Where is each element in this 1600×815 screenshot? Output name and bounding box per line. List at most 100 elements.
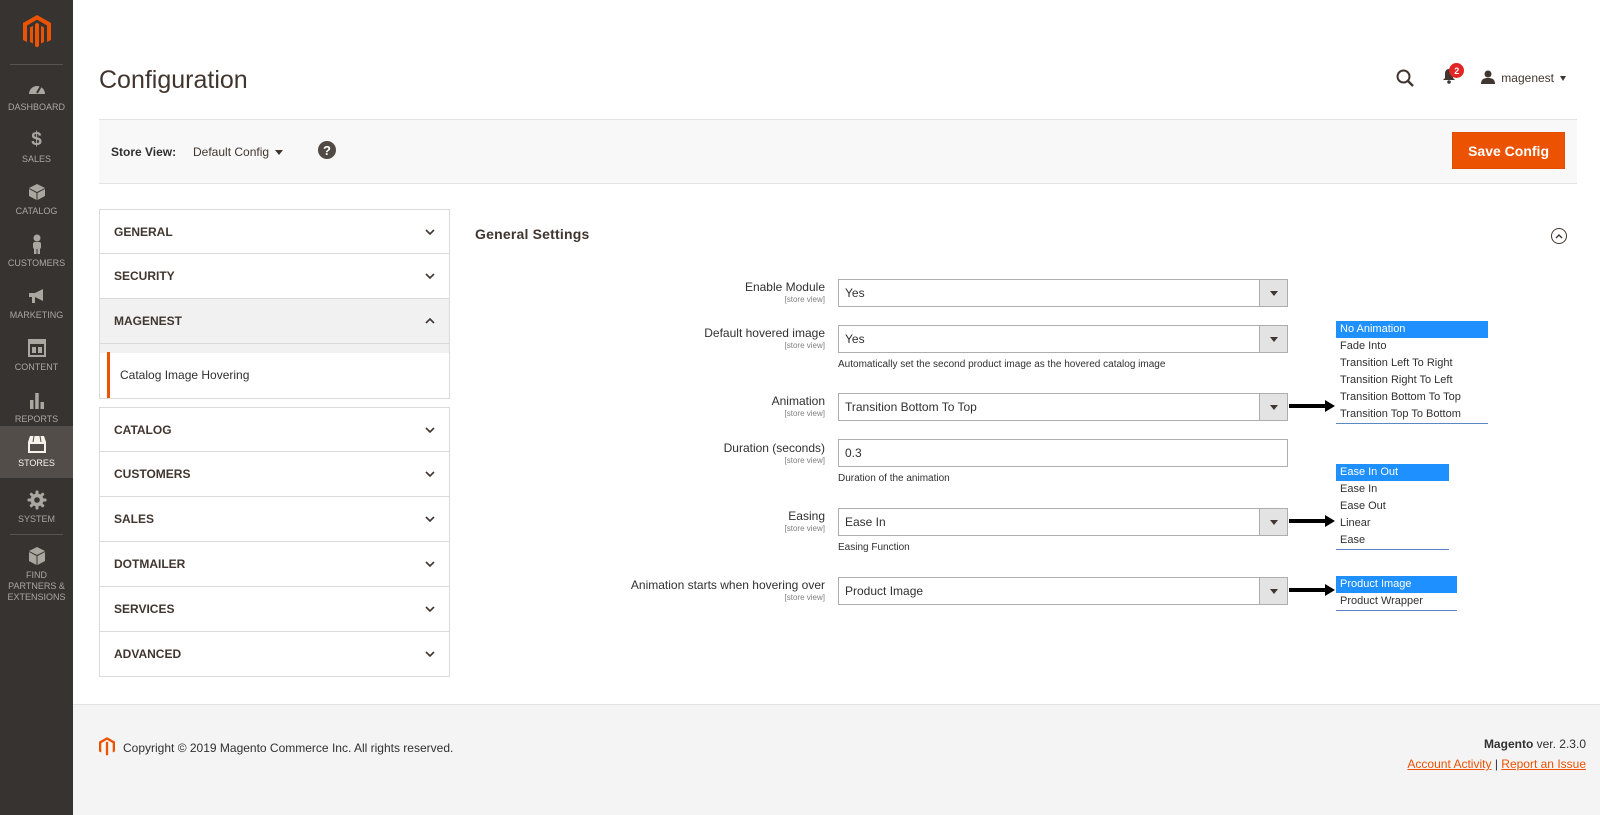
menu-label: Marketing bbox=[9, 310, 64, 320]
select-value: Yes bbox=[845, 332, 865, 346]
hover-target-options-list[interactable]: Product Image Product Wrapper bbox=[1336, 576, 1457, 611]
annotation-arrow-line bbox=[1289, 519, 1327, 523]
chevron-down-icon bbox=[1259, 578, 1287, 604]
list-option[interactable]: Transition Top To Bottom bbox=[1336, 406, 1488, 423]
help-icon[interactable]: ? bbox=[318, 141, 336, 159]
menu-item-catalog[interactable]: Catalog bbox=[0, 174, 73, 226]
annotation-arrow-line bbox=[1289, 588, 1327, 592]
report-issue-link[interactable]: Report an Issue bbox=[1501, 757, 1586, 771]
field-label-easing: Easing bbox=[788, 509, 825, 523]
menu-divider bbox=[10, 534, 63, 535]
list-option[interactable]: Transition Left To Right bbox=[1336, 355, 1488, 372]
list-option[interactable]: No Animation bbox=[1336, 321, 1488, 338]
annotation-arrow-icon bbox=[1325, 400, 1335, 412]
field-scope: [store view] bbox=[784, 341, 825, 350]
menu-item-marketing[interactable]: Marketing bbox=[0, 278, 73, 330]
store-view-switcher[interactable]: Default Config bbox=[193, 145, 284, 159]
menu-item-find-partners[interactable]: Find Partners & Extensions bbox=[0, 538, 73, 602]
chevron-down-icon bbox=[425, 606, 435, 613]
chevron-down-icon bbox=[425, 273, 435, 280]
easing-select[interactable]: Ease In bbox=[838, 508, 1288, 536]
duration-input[interactable] bbox=[838, 439, 1288, 467]
menu-item-customers[interactable]: Customers bbox=[0, 226, 73, 278]
tab-item-catalog-image-hovering[interactable]: Catalog Image Hovering bbox=[107, 352, 449, 398]
notifications-button[interactable]: 2 bbox=[1437, 63, 1465, 90]
save-config-button[interactable]: Save Config bbox=[1452, 132, 1565, 169]
gear-icon bbox=[27, 490, 47, 510]
list-option[interactable]: Transition Bottom To Top bbox=[1336, 389, 1488, 406]
field-label-enable-module: Enable Module bbox=[744, 280, 825, 294]
person-icon bbox=[27, 234, 47, 254]
menu-label: Find Partners & Extensions bbox=[7, 570, 66, 602]
chevron-down-icon bbox=[425, 228, 435, 235]
tab-general[interactable]: GENERAL bbox=[99, 209, 450, 254]
list-option[interactable]: Product Image bbox=[1336, 576, 1457, 593]
select-value: Ease In bbox=[845, 515, 886, 529]
tab-label: MAGENEST bbox=[114, 314, 183, 328]
page-footer: Copyright © 2019 Magento Commerce Inc. A… bbox=[73, 704, 1600, 815]
search-icon[interactable] bbox=[1393, 66, 1417, 90]
copyright-text: Copyright © 2019 Magento Commerce Inc. A… bbox=[123, 741, 454, 755]
tab-label: CUSTOMERS bbox=[114, 467, 191, 481]
menu-label: Stores bbox=[18, 458, 55, 468]
annotation-arrow-icon bbox=[1325, 515, 1335, 527]
menu-item-system[interactable]: System bbox=[0, 482, 73, 534]
user-account-menu[interactable]: magenest bbox=[1481, 70, 1566, 87]
easing-options-list[interactable]: Ease In Out Ease In Ease Out Linear Ease bbox=[1336, 464, 1449, 550]
chevron-down-icon bbox=[275, 149, 284, 155]
box-icon bbox=[27, 182, 47, 202]
layout-icon bbox=[27, 338, 47, 358]
tab-label: SERVICES bbox=[114, 602, 175, 616]
menu-item-stores[interactable]: Stores bbox=[0, 426, 73, 478]
brand-name: Magento bbox=[1483, 737, 1534, 751]
tab-label: SALES bbox=[114, 512, 155, 526]
store-view-label: Store View: bbox=[111, 145, 177, 159]
tab-magenest[interactable]: MAGENEST bbox=[99, 299, 450, 344]
section-title: General Settings bbox=[475, 226, 590, 242]
tab-security[interactable]: SECURITY bbox=[99, 254, 450, 299]
hover-target-select[interactable]: Product Image bbox=[838, 577, 1288, 605]
field-note: Automatically set the second product ima… bbox=[838, 359, 1166, 370]
list-option[interactable]: Linear bbox=[1336, 515, 1449, 532]
cube-icon bbox=[27, 546, 47, 566]
field-note: Duration of the animation bbox=[838, 473, 950, 484]
header-actions: 2 magenest bbox=[1393, 63, 1566, 90]
list-option[interactable]: Ease In Out bbox=[1336, 464, 1449, 481]
tab-label: GENERAL bbox=[114, 224, 173, 239]
tab-advanced[interactable]: ADVANCED bbox=[99, 632, 450, 677]
chevron-down-icon bbox=[425, 471, 435, 478]
list-option[interactable]: Fade Into bbox=[1336, 338, 1488, 355]
chevron-up-icon bbox=[425, 317, 435, 324]
list-option[interactable]: Ease In bbox=[1336, 481, 1449, 498]
account-activity-link[interactable]: Account Activity bbox=[1407, 757, 1491, 771]
list-option[interactable]: Ease Out bbox=[1336, 498, 1449, 515]
menu-item-sales[interactable]: $ Sales bbox=[0, 122, 73, 174]
menu-item-content[interactable]: Content bbox=[0, 330, 73, 382]
chevron-down-icon bbox=[1259, 280, 1287, 306]
menu-item-dashboard[interactable]: Dashboard bbox=[0, 70, 73, 122]
megaphone-icon bbox=[27, 286, 47, 306]
magento-logo-icon[interactable] bbox=[0, 0, 73, 62]
chevron-down-icon bbox=[1259, 326, 1287, 352]
list-option[interactable]: Transition Right To Left bbox=[1336, 372, 1488, 389]
tab-dotmailer[interactable]: DOTMAILER bbox=[99, 542, 450, 587]
collapse-section-icon[interactable] bbox=[1551, 228, 1567, 244]
tab-services[interactable]: SERVICES bbox=[99, 587, 450, 632]
tab-customers[interactable]: CUSTOMERS bbox=[99, 452, 450, 497]
bar-chart-icon bbox=[27, 390, 47, 410]
list-option[interactable]: Ease bbox=[1336, 532, 1449, 549]
select-value: Yes bbox=[845, 286, 865, 300]
default-hovered-image-select[interactable]: Yes bbox=[838, 325, 1288, 353]
chevron-down-icon bbox=[1259, 509, 1287, 535]
animation-select[interactable]: Transition Bottom To Top bbox=[838, 393, 1288, 421]
list-option[interactable]: Product Wrapper bbox=[1336, 593, 1457, 610]
store-view-bar: Store View: Default Config ? Save Config bbox=[99, 119, 1577, 184]
chevron-down-icon bbox=[425, 426, 435, 433]
tab-sales[interactable]: SALES bbox=[99, 497, 450, 542]
select-value: Transition Bottom To Top bbox=[845, 400, 977, 414]
animation-options-list[interactable]: No Animation Fade Into Transition Left T… bbox=[1336, 321, 1488, 424]
tab-catalog[interactable]: CATALOG bbox=[99, 407, 450, 452]
copyright: Copyright © 2019 Magento Commerce Inc. A… bbox=[99, 737, 453, 759]
enable-module-select[interactable]: Yes bbox=[838, 279, 1288, 307]
field-label-hover-target: Animation starts when hovering over bbox=[630, 578, 825, 592]
